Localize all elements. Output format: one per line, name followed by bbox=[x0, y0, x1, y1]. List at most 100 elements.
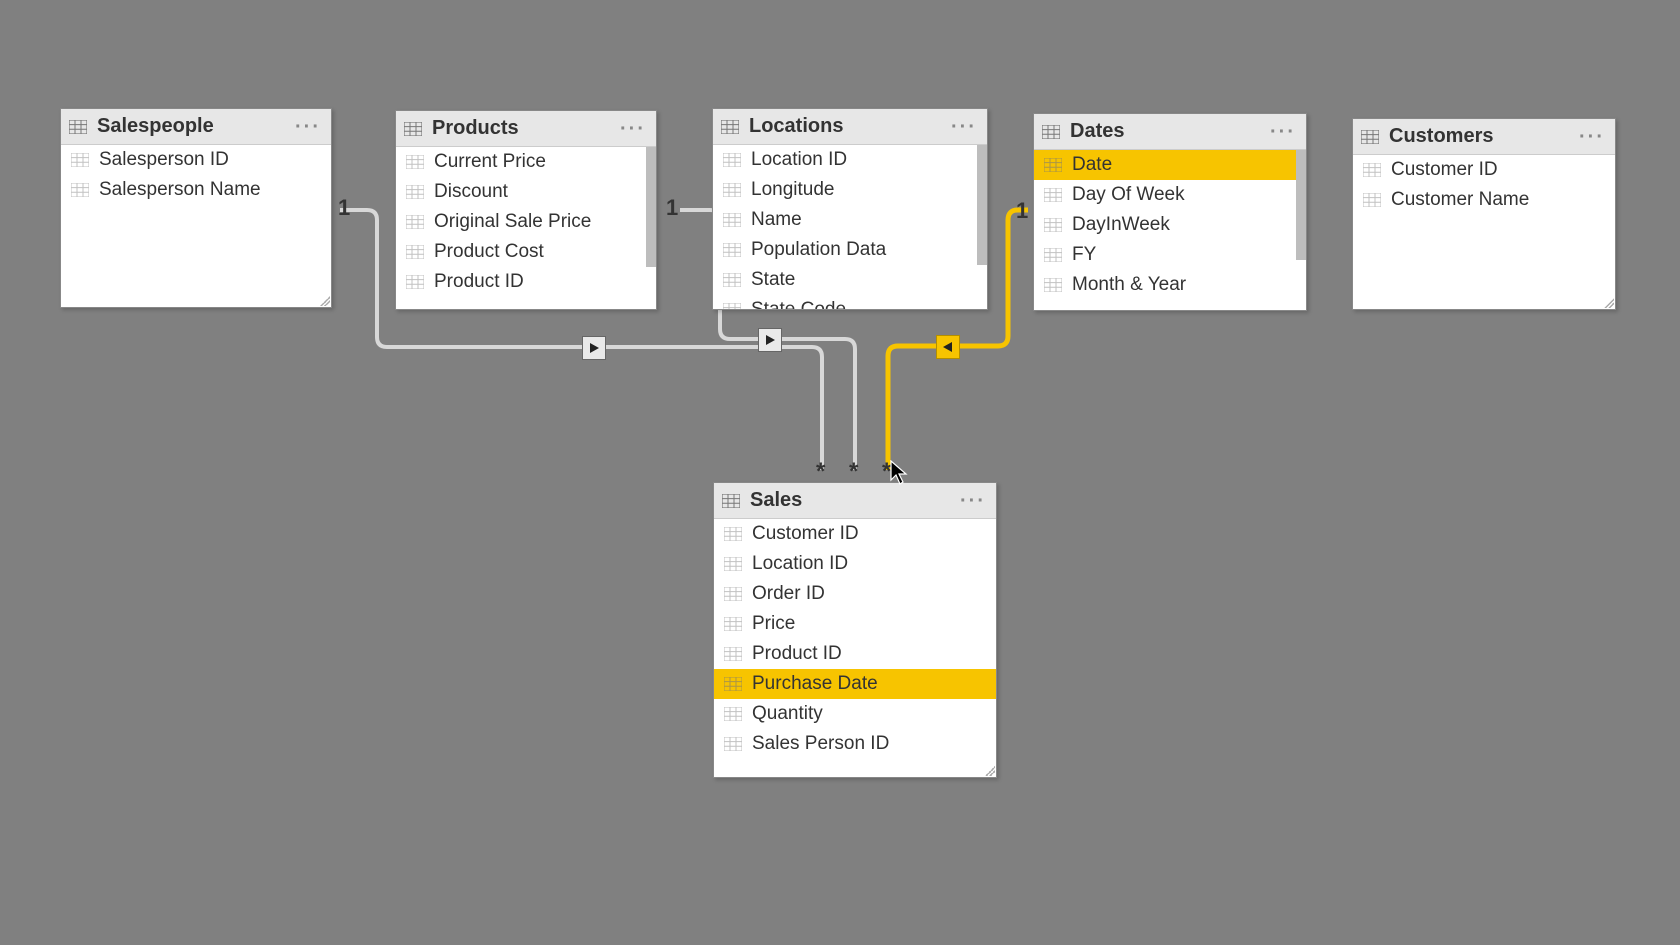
table-locations[interactable]: Locations ··· Location ID Longitude Name… bbox=[712, 108, 988, 310]
table-dates[interactable]: Dates ··· Date Day Of Week DayInWeek FY … bbox=[1033, 113, 1307, 311]
field-label: State Code bbox=[751, 299, 846, 309]
column-icon bbox=[724, 557, 742, 571]
table-header[interactable]: Products ··· bbox=[396, 111, 656, 147]
field-row[interactable]: Name bbox=[713, 205, 987, 235]
column-icon bbox=[406, 245, 424, 259]
field-label: Purchase Date bbox=[752, 673, 878, 695]
field-row[interactable]: Month & Year bbox=[1034, 270, 1306, 300]
column-icon bbox=[723, 273, 741, 287]
table-header[interactable]: Sales ··· bbox=[714, 483, 996, 519]
field-label: Customer ID bbox=[1391, 159, 1498, 181]
cardinality-many: * bbox=[816, 460, 825, 484]
table-header[interactable]: Dates ··· bbox=[1034, 114, 1306, 150]
more-icon[interactable]: ··· bbox=[960, 491, 986, 511]
column-icon bbox=[724, 677, 742, 691]
column-icon bbox=[1044, 248, 1062, 262]
scrollbar-thumb[interactable] bbox=[1296, 150, 1306, 260]
table-sales[interactable]: Sales ··· Customer ID Location ID Order … bbox=[713, 482, 997, 778]
field-label: Order ID bbox=[752, 583, 825, 605]
field-row[interactable]: Purchase Date bbox=[714, 669, 996, 699]
resize-grip[interactable] bbox=[985, 766, 995, 776]
column-icon bbox=[724, 617, 742, 631]
field-row[interactable]: Salesperson Name bbox=[61, 175, 331, 205]
field-row[interactable]: Price bbox=[714, 609, 996, 639]
column-icon bbox=[723, 213, 741, 227]
field-label: Day Of Week bbox=[1072, 184, 1185, 206]
column-icon bbox=[723, 153, 741, 167]
column-icon bbox=[71, 153, 89, 167]
field-row[interactable]: Product ID bbox=[396, 267, 656, 297]
table-icon bbox=[404, 122, 422, 136]
model-canvas[interactable]: Salespeople ··· Salesperson ID Salespers… bbox=[0, 0, 1680, 945]
table-title: Dates bbox=[1070, 120, 1124, 143]
column-icon bbox=[1044, 278, 1062, 292]
filter-direction-icon[interactable] bbox=[936, 335, 960, 359]
column-icon bbox=[724, 527, 742, 541]
column-icon bbox=[724, 737, 742, 751]
more-icon[interactable]: ··· bbox=[295, 117, 321, 137]
more-icon[interactable]: ··· bbox=[1579, 127, 1605, 147]
cardinality-one: 1 bbox=[1016, 198, 1028, 224]
field-row[interactable]: Location ID bbox=[713, 145, 987, 175]
table-header[interactable]: Locations ··· bbox=[713, 109, 987, 145]
field-list: Customer ID Customer Name bbox=[1353, 155, 1615, 309]
field-row[interactable]: Salesperson ID bbox=[61, 145, 331, 175]
column-icon bbox=[724, 707, 742, 721]
field-row[interactable]: Customer ID bbox=[714, 519, 996, 549]
table-customers[interactable]: Customers ··· Customer ID Customer Name bbox=[1352, 118, 1616, 310]
field-label: Current Price bbox=[434, 151, 546, 173]
column-icon bbox=[723, 243, 741, 257]
field-row[interactable]: Product Cost bbox=[396, 237, 656, 267]
field-row[interactable]: Product ID bbox=[714, 639, 996, 669]
field-row[interactable]: Longitude bbox=[713, 175, 987, 205]
field-row[interactable]: Customer Name bbox=[1353, 185, 1615, 215]
field-label: Quantity bbox=[752, 703, 823, 725]
more-icon[interactable]: ··· bbox=[1270, 122, 1296, 142]
table-header[interactable]: Salespeople ··· bbox=[61, 109, 331, 145]
field-row[interactable]: State bbox=[713, 265, 987, 295]
field-label: Discount bbox=[434, 181, 508, 203]
table-icon bbox=[722, 494, 740, 508]
resize-grip[interactable] bbox=[320, 296, 330, 306]
field-label: Location ID bbox=[752, 553, 848, 575]
resize-grip[interactable] bbox=[1604, 298, 1614, 308]
field-row[interactable]: Quantity bbox=[714, 699, 996, 729]
field-row[interactable]: Population Data bbox=[713, 235, 987, 265]
field-row[interactable]: FY bbox=[1034, 240, 1306, 270]
field-row[interactable]: Day Of Week bbox=[1034, 180, 1306, 210]
field-row[interactable]: Sales Person ID bbox=[714, 729, 996, 759]
filter-direction-icon[interactable] bbox=[582, 336, 606, 360]
field-row[interactable]: Current Price bbox=[396, 147, 656, 177]
table-products[interactable]: Products ··· Current Price Discount Orig… bbox=[395, 110, 657, 310]
column-icon bbox=[724, 587, 742, 601]
scrollbar-thumb[interactable] bbox=[646, 147, 656, 267]
field-list: Date Day Of Week DayInWeek FY Month & Ye… bbox=[1034, 150, 1306, 310]
field-row[interactable]: Customer ID bbox=[1353, 155, 1615, 185]
field-list: Current Price Discount Original Sale Pri… bbox=[396, 147, 656, 309]
filter-direction-icon[interactable] bbox=[758, 328, 782, 352]
column-icon bbox=[406, 155, 424, 169]
column-icon bbox=[1044, 158, 1062, 172]
table-header[interactable]: Customers ··· bbox=[1353, 119, 1615, 155]
field-row[interactable]: DayInWeek bbox=[1034, 210, 1306, 240]
cardinality-one: 1 bbox=[666, 195, 678, 221]
field-label: Location ID bbox=[751, 149, 847, 171]
table-title: Locations bbox=[749, 115, 843, 138]
field-row[interactable]: Location ID bbox=[714, 549, 996, 579]
field-label: Customer Name bbox=[1391, 189, 1529, 211]
field-row[interactable]: Date bbox=[1034, 150, 1306, 180]
table-icon bbox=[69, 120, 87, 134]
field-row[interactable]: Original Sale Price bbox=[396, 207, 656, 237]
field-row[interactable]: State Code bbox=[713, 295, 987, 309]
field-label: Product ID bbox=[434, 271, 524, 293]
field-label: Longitude bbox=[751, 179, 834, 201]
column-icon bbox=[406, 275, 424, 289]
field-row[interactable]: Discount bbox=[396, 177, 656, 207]
scrollbar-thumb[interactable] bbox=[977, 145, 987, 265]
more-icon[interactable]: ··· bbox=[620, 119, 646, 139]
field-list: Location ID Longitude Name Population Da… bbox=[713, 145, 987, 309]
more-icon[interactable]: ··· bbox=[951, 117, 977, 137]
table-salespeople[interactable]: Salespeople ··· Salesperson ID Salespers… bbox=[60, 108, 332, 308]
field-row[interactable]: Order ID bbox=[714, 579, 996, 609]
field-label: State bbox=[751, 269, 795, 291]
